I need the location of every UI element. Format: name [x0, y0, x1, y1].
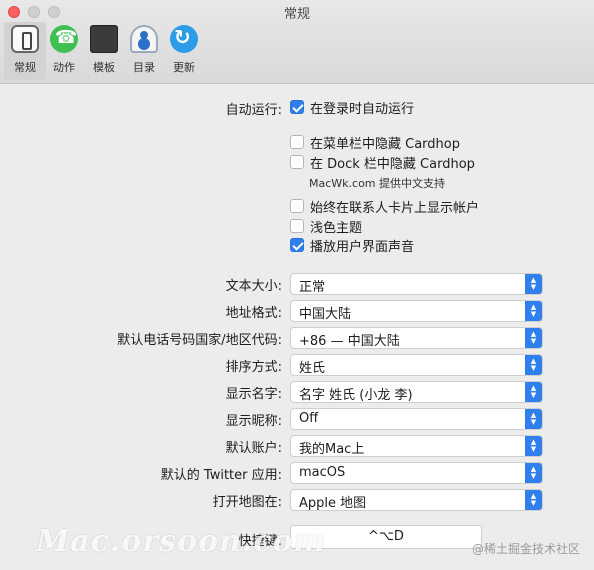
chevron-updown-icon: ▲ ▼: [525, 355, 542, 375]
chevron-updown-icon: ▲ ▼: [525, 463, 542, 483]
preferences-window: 常规 常规 动作 模板 目录 更新 自动运行: 在登录时自动运行 在菜单栏中隐藏…: [0, 0, 594, 570]
checkbox-checked[interactable]: [290, 100, 304, 114]
chevron-updown-icon: ▲ ▼: [525, 301, 542, 321]
tab-update[interactable]: 更新: [163, 22, 205, 80]
tab-label: 动作: [53, 61, 75, 74]
chevron-updown-icon: ▲ ▼: [525, 409, 542, 429]
light-theme-checkbox[interactable]: 浅色主题: [290, 217, 363, 236]
checkbox-unchecked[interactable]: [290, 199, 304, 213]
tab-label: 模板: [93, 61, 115, 74]
maps-app-select[interactable]: Apple 地图 ▲ ▼: [290, 489, 543, 511]
select-value: +86 — 中国大陆: [299, 334, 400, 349]
tab-directory[interactable]: 目录: [123, 22, 165, 80]
address-format-select[interactable]: 中国大陆 ▲ ▼: [290, 300, 543, 322]
phone-country-label: 默认电话号码国家/地区代码:: [117, 333, 282, 348]
select-value: 名字 姓氏 (小龙 李): [299, 388, 413, 403]
watermark-text: Mac.orsoon.com: [36, 524, 327, 559]
hide-dock-checkbox[interactable]: 在 Dock 栏中隐藏 Cardhop: [290, 153, 475, 172]
select-value: 正常: [299, 280, 326, 295]
address-format-label: 地址格式:: [225, 306, 282, 321]
tab-actions[interactable]: 动作: [43, 22, 85, 80]
checkbox-label: 在菜单栏中隐藏 Cardhop: [310, 136, 460, 152]
tab-label: 更新: [173, 61, 195, 74]
checkbox-label: 始终在联系人卡片上显示帐户: [310, 200, 480, 216]
select-value: 我的Mac上: [299, 442, 365, 457]
select-value: Apple 地图: [299, 496, 367, 511]
checkbox-unchecked[interactable]: [290, 135, 304, 149]
maps-app-label: 打开地图在:: [212, 495, 282, 510]
chevron-updown-icon: ▲ ▼: [525, 490, 542, 510]
show-account-checkbox[interactable]: 始终在联系人卡片上显示帐户: [290, 197, 480, 216]
select-value: 中国大陆: [299, 307, 352, 322]
default-account-label: 默认账户:: [225, 441, 282, 456]
sort-order-select[interactable]: 姓氏 ▲ ▼: [290, 354, 543, 376]
nickname-label: 显示昵称:: [225, 414, 282, 429]
general-icon: [11, 25, 39, 53]
window-title: 常规: [283, 7, 310, 22]
text-size-select[interactable]: 正常 ▲ ▼: [290, 273, 543, 295]
title-bar: 常规 常规 动作 模板 目录 更新: [0, 0, 594, 84]
checkbox-label: 浅色主题: [310, 220, 363, 236]
autostart-label: 自动运行:: [225, 103, 282, 118]
hide-menubar-checkbox[interactable]: 在菜单栏中隐藏 Cardhop: [290, 133, 460, 152]
chevron-updown-icon: ▲ ▼: [525, 436, 542, 456]
chevron-updown-icon: ▲ ▼: [525, 274, 542, 294]
checkbox-checked[interactable]: [290, 238, 304, 252]
text-size-label: 文本大小:: [225, 279, 282, 294]
tab-general[interactable]: 常规: [4, 22, 46, 80]
tab-label: 常规: [14, 61, 36, 74]
phone-icon: [50, 25, 78, 53]
ui-sounds-checkbox[interactable]: 播放用户界面声音: [290, 236, 415, 255]
refresh-icon: [170, 25, 198, 53]
display-name-label: 显示名字:: [225, 387, 282, 402]
autostart-checkbox[interactable]: 在登录时自动运行: [290, 98, 415, 117]
select-value: 姓氏: [299, 361, 326, 376]
tab-label: 目录: [133, 61, 155, 74]
tab-templates[interactable]: 模板: [83, 22, 125, 80]
sort-order-label: 排序方式:: [225, 360, 282, 375]
select-value: Off: [299, 411, 319, 426]
chevron-updown-icon: ▲ ▼: [525, 382, 542, 402]
checkbox-unchecked[interactable]: [290, 155, 304, 169]
checkbox-label: 在登录时自动运行: [310, 101, 415, 117]
display-name-select[interactable]: 名字 姓氏 (小龙 李) ▲ ▼: [290, 381, 543, 403]
chevron-updown-icon: ▲ ▼: [525, 328, 542, 348]
twitter-app-label: 默认的 Twitter 应用:: [160, 468, 282, 483]
twitter-app-select[interactable]: macOS ▲ ▼: [290, 462, 543, 484]
contacts-icon: [130, 25, 158, 53]
template-icon: [90, 25, 118, 53]
default-account-select[interactable]: 我的Mac上 ▲ ▼: [290, 435, 543, 457]
nickname-select[interactable]: Off ▲ ▼: [290, 408, 543, 430]
checkbox-unchecked[interactable]: [290, 219, 304, 233]
credit-note: MacWk.com 提供中文支持: [309, 177, 446, 190]
select-value: macOS: [299, 465, 346, 480]
source-credit: @稀土掘金技术社区: [471, 542, 580, 556]
checkbox-label: 播放用户界面声音: [310, 239, 415, 255]
phone-country-select[interactable]: +86 — 中国大陆 ▲ ▼: [290, 327, 543, 349]
checkbox-label: 在 Dock 栏中隐藏 Cardhop: [310, 156, 475, 172]
